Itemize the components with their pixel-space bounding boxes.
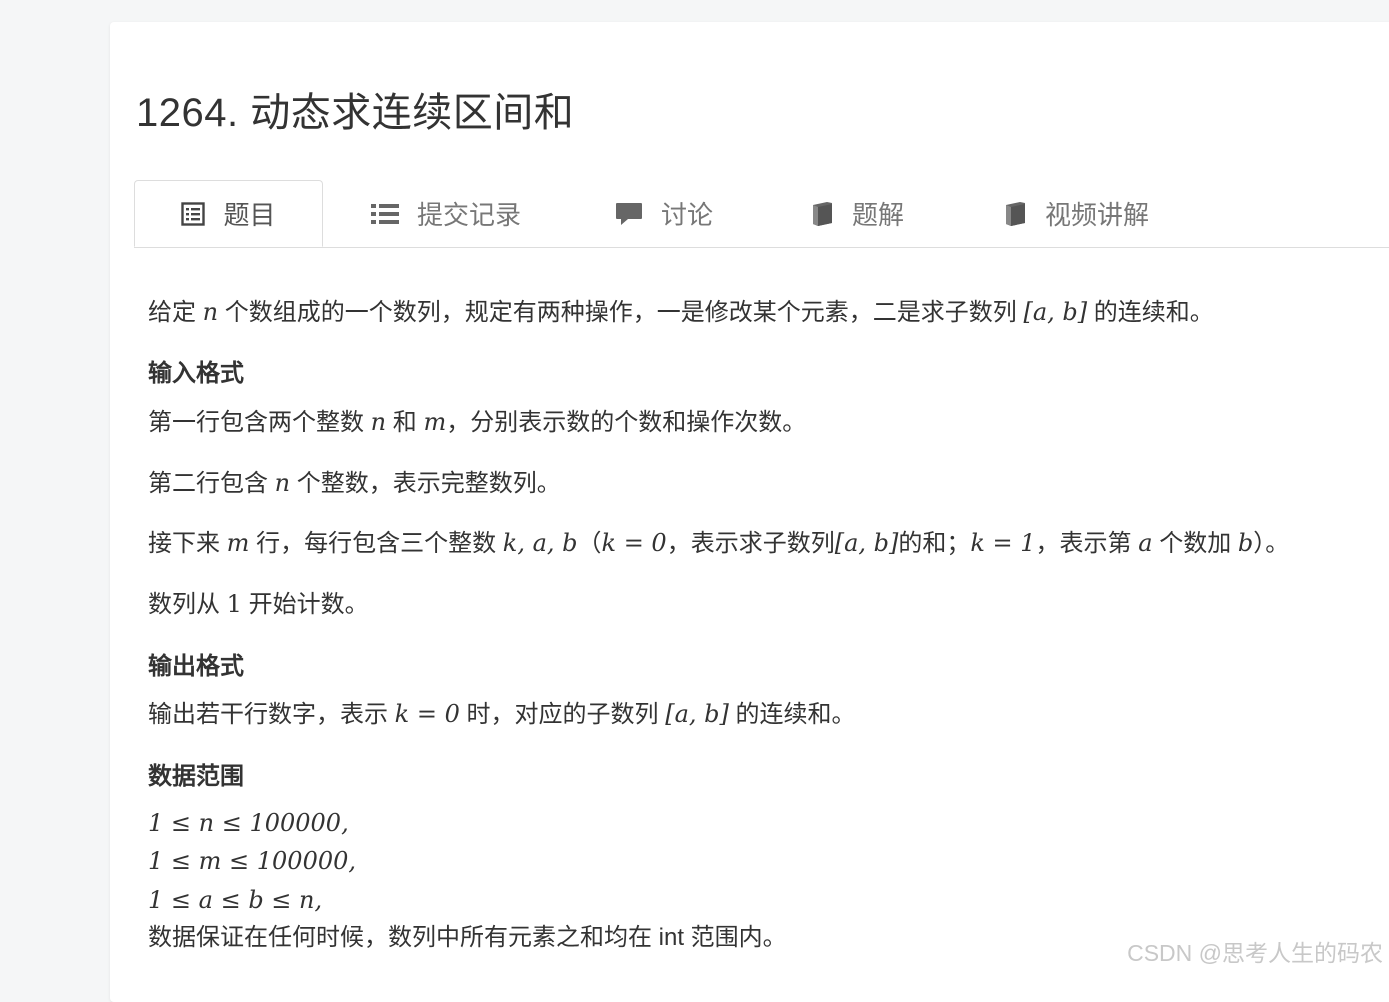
input-line-3: 接下来 m 行，每行包含三个整数 k, a, b（k = 0，表示求子数列[a,… (148, 529, 1290, 557)
tab-video[interactable]: 视频讲解 (1003, 180, 1149, 247)
problem-card: 1264. 动态求连续区间和 题目 提交记录 讨论 题解 视频讲解 给定 n 个… (110, 22, 1389, 1002)
book-icon (1003, 201, 1027, 227)
tab-problem[interactable]: 题目 (134, 180, 323, 247)
tab-submissions[interactable]: 提交记录 (371, 180, 521, 247)
problem-description: 给定 n 个数组成的一个数列，规定有两种操作，一是修改某个元素，二是求子数列 [… (148, 298, 1214, 326)
output-format-heading: 输出格式 (148, 653, 244, 680)
problem-title: 1264. 动态求连续区间和 (136, 91, 575, 135)
problem-tabs: 题目 提交记录 讨论 题解 视频讲解 (134, 180, 1389, 248)
constraint-sum: 数据保证在任何时候，数列中所有元素之和均在 int 范围内。 (148, 924, 787, 951)
input-line-1: 第一行包含两个整数 n 和 m，分别表示数的个数和操作次数。 (148, 408, 807, 436)
input-line-2: 第二行包含 n 个整数，表示完整数列。 (148, 469, 561, 497)
tab-label: 题目 (223, 200, 276, 230)
csdn-watermark: CSDN @思考人生的码农 (1127, 940, 1383, 966)
book-icon (810, 201, 834, 227)
list-alt-icon (181, 201, 206, 226)
output-line: 输出若干行数字，表示 k = 0 时，对应的子数列 [a, b] 的连续和。 (148, 700, 856, 728)
input-format-heading: 输入格式 (148, 360, 244, 387)
tab-label: 讨论 (661, 200, 714, 230)
constraint-n: 1 ≤ n ≤ 100000, (148, 809, 349, 837)
tab-label: 视频讲解 (1045, 200, 1150, 230)
constraint-ab: 1 ≤ a ≤ b ≤ n, (148, 886, 323, 914)
tab-discussion[interactable]: 讨论 (615, 180, 713, 247)
tab-label: 提交记录 (417, 200, 522, 230)
tab-label: 题解 (852, 200, 905, 230)
constraint-m: 1 ≤ m ≤ 100000, (148, 847, 357, 875)
comment-icon (615, 201, 643, 227)
data-range-heading: 数据范围 (148, 763, 244, 790)
input-line-4: 数列从 1 开始计数。 (148, 590, 369, 618)
list-icon (371, 202, 399, 226)
tab-solutions[interactable]: 题解 (810, 180, 904, 247)
